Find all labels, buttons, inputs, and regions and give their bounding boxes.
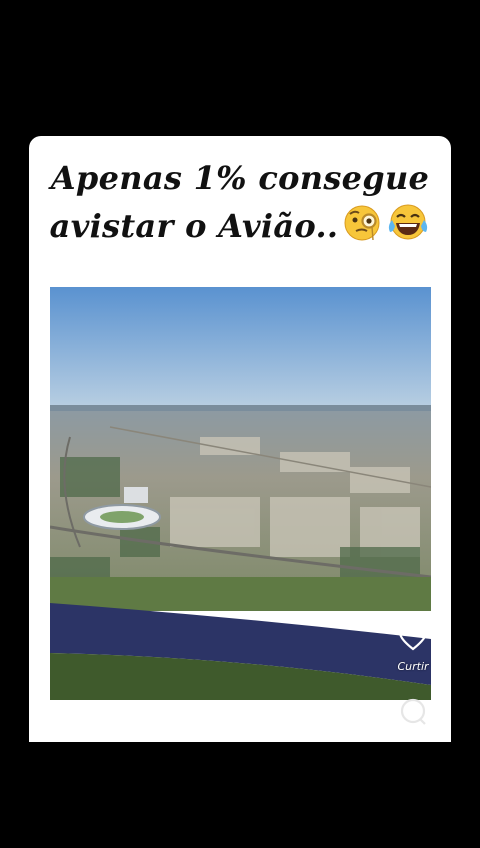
post-card: Apenas 1% consegue avistar o Avião.. Cur… <box>29 136 451 742</box>
title-line-2-text: avistar o Avião.. <box>49 207 339 245</box>
heart-icon <box>398 625 428 656</box>
laughing-tears-emoji-icon <box>386 202 430 255</box>
title-line-2: avistar o Avião.. <box>29 202 451 255</box>
like-button[interactable]: Curtir <box>393 624 433 673</box>
title-line-1: Apenas 1% consegue <box>50 159 430 197</box>
aerial-city-photo <box>50 287 431 700</box>
face-with-monocle-emoji-icon <box>342 202 382 255</box>
comment-icon <box>397 698 429 732</box>
like-label: Curtir <box>397 660 429 673</box>
post-title: Apenas 1% consegue avistar o Avião.. <box>29 154 451 255</box>
comment-button[interactable] <box>393 696 433 732</box>
